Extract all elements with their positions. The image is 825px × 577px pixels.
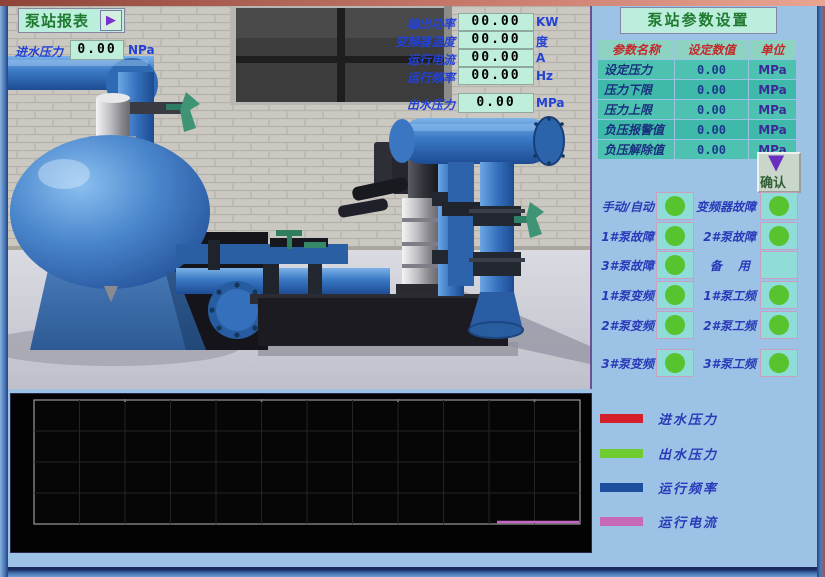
frame-bottom [8, 567, 817, 577]
inlet-pressure-value: 0.00 [70, 40, 124, 60]
status-indicator [760, 222, 798, 250]
trend-chart-plot [11, 394, 591, 552]
param-value-field[interactable]: 0.00 [675, 60, 748, 79]
status-indicator [760, 281, 798, 309]
status-indicator [760, 251, 798, 279]
param-name: 设定压力 [598, 60, 674, 79]
inlet-pressure-unit: NPa [128, 43, 155, 57]
status-lamp [769, 226, 789, 246]
settings-title: 泵站参数设置 [620, 7, 777, 34]
param-name: 负压解除值 [598, 140, 674, 159]
readout-unit: KW [536, 15, 559, 29]
readout-value: 00.00 [458, 13, 534, 31]
readout-value: 00.00 [458, 31, 534, 49]
status-label: 2#泵故障 [686, 228, 756, 245]
status-lamp [665, 196, 685, 216]
readout-label: 输出功率 [330, 15, 455, 32]
param-value-field[interactable]: 0.00 [675, 80, 748, 99]
status-label: 变频器故障 [686, 198, 756, 215]
inlet-pressure-label: 进水压力 [15, 43, 63, 60]
confirm-button-label: 确认 [760, 172, 786, 191]
status-lamp [665, 226, 685, 246]
status-label: 2#泵工频 [686, 317, 756, 334]
col-header-unit: 单位 [749, 40, 796, 59]
status-label: 3#泵故障 [584, 257, 654, 274]
readout-label: 变频器温度 [330, 33, 455, 50]
status-lamp [665, 315, 685, 335]
readout-label: 运行频率 [330, 69, 455, 86]
legend-swatch-frequency [600, 483, 643, 492]
status-label: 3#泵工频 [686, 355, 756, 372]
frame-right [817, 6, 825, 577]
status-label: 2#泵变频 [584, 317, 654, 334]
flanged-pipe-end [208, 281, 266, 339]
scene-panel: 泵站报表 ▶ 进水压力 0.00 NPa 输出功率 00.00 KW 变频器温度… [8, 6, 592, 389]
readout-value: 00.00 [458, 67, 534, 85]
param-unit: MPa [749, 60, 796, 79]
param-value-field[interactable]: 0.00 [675, 140, 748, 159]
readout-value: 00.00 [458, 49, 534, 67]
outlet-pressure-label: 出水压力 [330, 96, 455, 113]
legend-label: 运行频率 [658, 478, 718, 497]
parameter-table: 参数名称 设定数值 单位 设定压力 0.00 MPa 压力下限 0.00 MPa… [598, 40, 796, 159]
outlet-manifold [389, 117, 565, 165]
trend-chart [10, 393, 592, 553]
status-indicator [760, 311, 798, 339]
status-label: 手动/自动 [584, 198, 654, 215]
status-label: 1#泵变频 [584, 287, 654, 304]
frame-left [0, 6, 8, 577]
status-lamp [769, 315, 789, 335]
param-value-field[interactable]: 0.00 [675, 120, 748, 139]
play-icon: ▶ [100, 10, 122, 31]
report-button[interactable]: 泵站报表 ▶ [18, 8, 125, 33]
readout-unit: A [536, 51, 545, 65]
outlet-pressure-value: 0.00 [458, 93, 534, 113]
col-header-value: 设定数值 [675, 40, 748, 59]
status-indicator [760, 349, 798, 377]
legend-label: 出水压力 [658, 444, 718, 463]
pump-body [396, 198, 444, 294]
legend-label: 运行电流 [658, 512, 718, 531]
status-lamp [769, 196, 789, 216]
status-indicator [760, 192, 798, 220]
status-lamp [769, 353, 789, 373]
pressure-tank [10, 135, 210, 289]
legend-swatch-outlet [600, 449, 643, 458]
status-label: 备 用 [686, 257, 756, 274]
status-label: 1#泵故障 [584, 228, 654, 245]
status-label: 1#泵工频 [686, 287, 756, 304]
readout-unit: Hz [536, 69, 553, 83]
legend-swatch-current [600, 517, 643, 526]
outlet-pressure-unit: MPa [536, 96, 565, 110]
pump-skid [258, 298, 508, 346]
frame-top [0, 0, 825, 6]
param-value-field[interactable]: 0.00 [675, 100, 748, 119]
status-lamp [665, 255, 685, 275]
param-name: 负压报警值 [598, 120, 674, 139]
col-header-name: 参数名称 [598, 40, 674, 59]
param-unit: MPa [749, 120, 796, 139]
legend-swatch-inlet [600, 414, 643, 423]
status-lamp [769, 285, 789, 305]
param-unit: MPa [749, 80, 796, 99]
legend-label: 进水压力 [658, 409, 718, 428]
status-label: 3#泵变频 [584, 355, 654, 372]
status-lamp [665, 353, 685, 373]
param-name: 压力上限 [598, 100, 674, 119]
param-name: 压力下限 [598, 80, 674, 99]
status-lamp [665, 285, 685, 305]
readout-label: 运行电流 [330, 51, 455, 68]
confirm-button[interactable]: ▼ 确认 [757, 152, 801, 193]
readout-unit: 度 [536, 33, 548, 50]
param-unit: MPa [749, 100, 796, 119]
confirm-arrow-icon: ▼ [768, 150, 784, 174]
pump-station-hmi: 泵站报表 ▶ 进水压力 0.00 NPa 输出功率 00.00 KW 变频器温度… [0, 0, 825, 577]
report-button-label: 泵站报表 [25, 10, 89, 31]
